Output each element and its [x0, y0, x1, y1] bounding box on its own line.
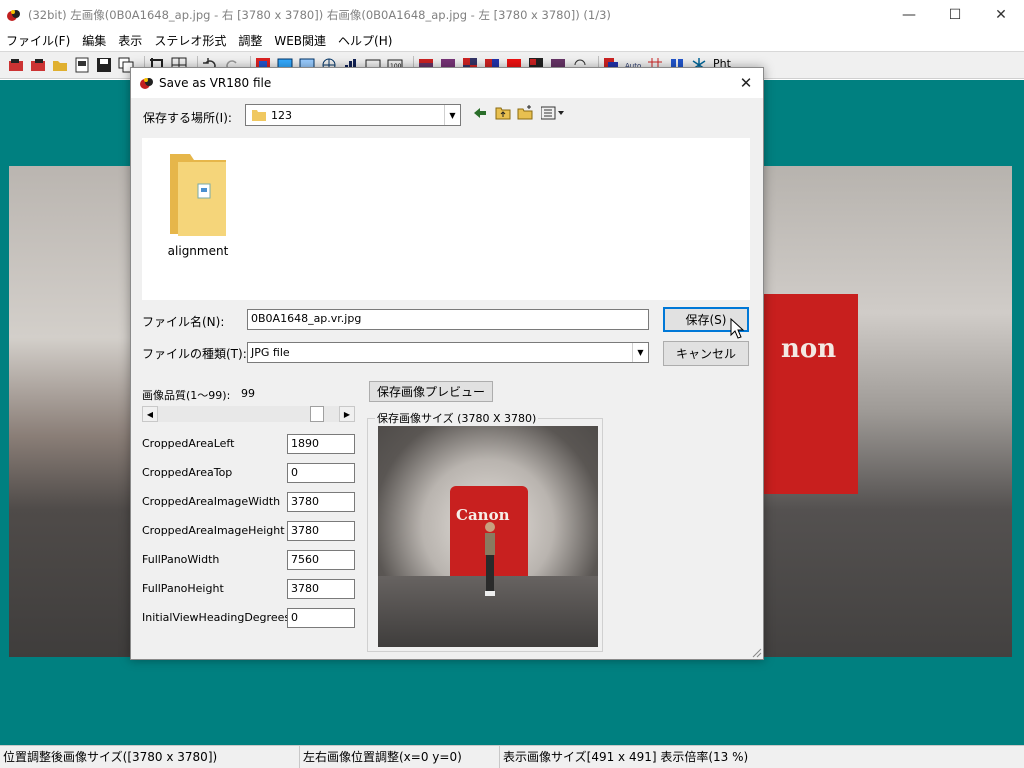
folder-item-label: alignment [167, 244, 229, 258]
field-input-croppedareaimageheight[interactable]: 3780 [287, 521, 355, 541]
up-folder-icon[interactable] [495, 105, 511, 120]
view-menu-icon[interactable] [541, 106, 565, 120]
left-image-edge [9, 166, 130, 657]
new-folder-icon[interactable] [517, 105, 533, 120]
save-in-label: 保存する場所(I): [143, 111, 232, 125]
window-title: (32bit) 左画像(0B0A1648_ap.jpg - 右 [3780 x … [28, 8, 611, 22]
open-file-icon[interactable] [74, 57, 90, 73]
folder-icon [252, 110, 266, 121]
open-left-image-icon[interactable] [8, 57, 24, 73]
folder-icon [170, 154, 226, 236]
dialog-close-button[interactable]: ✕ [735, 72, 757, 94]
menu-stereo-format[interactable]: ステレオ形式 [148, 32, 232, 49]
field-label: CroppedAreaImageHeight [142, 524, 285, 537]
scroll-right-icon[interactable]: ▶ [339, 406, 355, 422]
menu-bar: ファイル(F) 編集 表示 ステレオ形式 調整 WEB関連 ヘルプ(H) [0, 30, 1024, 50]
preview-group-label: 保存画像サイズ (3780 X 3780) [375, 410, 539, 426]
back-arrow-icon[interactable] [473, 106, 487, 120]
quality-value: 99 [241, 387, 255, 400]
field-input-croppedareaimagewidth[interactable]: 3780 [287, 492, 355, 512]
red-wall-background [763, 294, 858, 494]
file-list[interactable]: alignment [142, 138, 750, 300]
status-display-size: 表示画像サイズ[491 x 491] 表示倍率(13 %) [503, 750, 749, 764]
menu-web[interactable]: WEB関連 [268, 32, 332, 49]
field-input-fullpanowidth[interactable]: 7560 [287, 550, 355, 570]
status-image-size: 位置調整後画像サイズ([3780 x 3780]) [0, 746, 300, 768]
dialog-app-icon [140, 78, 153, 89]
field-input-initialviewheadingdegrees[interactable]: 0 [287, 608, 355, 628]
app-icon [7, 10, 20, 21]
field-label: FullPanoWidth [142, 553, 220, 566]
filetype-value: JPG file [251, 346, 290, 359]
dialog-title-bar: Save as VR180 file ✕ [131, 68, 763, 98]
resize-grip-icon[interactable] [750, 646, 762, 658]
filename-label: ファイル名(N): [142, 315, 225, 329]
maximize-button[interactable]: ☐ [932, 0, 978, 30]
quality-slider[interactable]: ◀ ▶ [142, 406, 355, 422]
folder-item-alignment[interactable]: alignment [166, 152, 230, 262]
field-label: CroppedAreaImageWidth [142, 495, 281, 508]
open-right-image-icon[interactable] [30, 57, 46, 73]
save-icon[interactable] [96, 57, 112, 73]
quality-label: 画像品質(1～99): [142, 389, 231, 402]
scroll-left-icon[interactable]: ◀ [142, 406, 158, 422]
cancel-button[interactable]: キャンセル [663, 341, 749, 366]
menu-adjust[interactable]: 調整 [232, 32, 268, 49]
field-label: CroppedAreaTop [142, 466, 233, 479]
field-input-croppedareatop[interactable]: 0 [287, 463, 355, 483]
field-label: FullPanoHeight [142, 582, 224, 595]
field-input-croppedarealeft[interactable]: 1890 [287, 434, 355, 454]
chevron-down-icon[interactable]: ▼ [444, 105, 460, 125]
status-bar: 位置調整後画像サイズ([3780 x 3780]) 左右画像位置調整(x=0 y… [0, 745, 1024, 768]
minimize-button[interactable]: — [886, 0, 932, 30]
menu-edit[interactable]: 編集 [76, 32, 112, 49]
open-folder-icon[interactable] [52, 57, 68, 73]
dialog-title: Save as VR180 file [159, 76, 272, 90]
menu-view[interactable]: 表示 [112, 32, 148, 49]
save-vr180-dialog: Save as VR180 file ✕ 保存する場所(I): 123 ▼ al… [130, 67, 764, 660]
filetype-label: ファイルの種類(T): [142, 347, 247, 361]
field-label: CroppedAreaLeft [142, 437, 235, 450]
person-figure [485, 522, 495, 596]
title-bar: (32bit) 左画像(0B0A1648_ap.jpg - 右 [3780 x … [0, 0, 1024, 30]
filetype-select[interactable]: JPG file ▼ [247, 342, 649, 363]
preview-button[interactable]: 保存画像プレビュー [369, 381, 493, 402]
chevron-down-icon[interactable]: ▼ [632, 343, 648, 362]
close-window-button[interactable]: ✕ [978, 0, 1024, 30]
filename-input[interactable]: 0B0A1648_ap.vr.jpg [247, 309, 649, 330]
save-in-combo[interactable]: 123 ▼ [245, 104, 461, 126]
status-position: 左右画像位置調整(x=0 y=0) [300, 746, 500, 768]
save-preview-image: Canon [378, 426, 598, 647]
menu-file[interactable]: ファイル(F) [0, 32, 76, 49]
save-in-value: 123 [271, 108, 292, 122]
mouse-pointer-icon [730, 318, 744, 339]
background-logo-text: non [781, 334, 837, 364]
quality-slider-thumb[interactable] [310, 406, 324, 422]
menu-help[interactable]: ヘルプ(H) [332, 32, 398, 49]
field-input-fullpanoheight[interactable]: 3780 [287, 579, 355, 599]
field-label: InitialViewHeadingDegrees [142, 611, 291, 624]
